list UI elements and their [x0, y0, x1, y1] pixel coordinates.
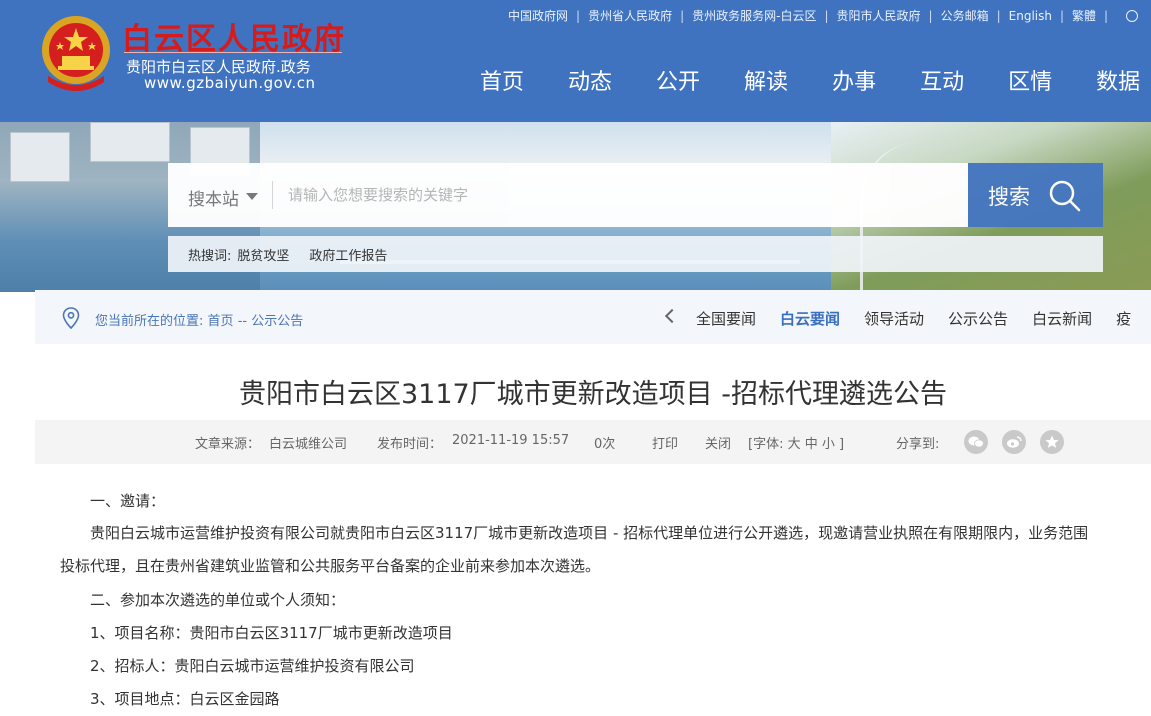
hot-search-label: 热搜词: [188, 248, 232, 264]
national-emblem-logo [42, 16, 110, 91]
location-pin-icon [62, 307, 80, 329]
nav-news[interactable]: 动态 [568, 64, 612, 96]
wechat-icon[interactable] [964, 430, 988, 454]
nav-interpret[interactable]: 解读 [744, 64, 788, 96]
top-link-mail[interactable]: 公务邮箱 [941, 7, 989, 24]
link-separator: | [1059, 8, 1065, 23]
breadcrumb-bar: 您当前所在的位置: 首页 -- 公示公告 全国要闻 白云要闻 领导活动 公示公告… [35, 290, 1151, 344]
favorite-star-icon[interactable] [1040, 430, 1064, 454]
search-divider [272, 181, 273, 209]
globe-icon[interactable] [1126, 9, 1139, 22]
top-link-guiyang-gov[interactable]: 贵阳市人民政府 [837, 7, 921, 24]
publish-time: 2021-11-19 15:57 [452, 433, 570, 448]
link-separator: | [576, 8, 581, 23]
breadcrumb-separator: -- [237, 314, 248, 329]
article-paragraph: 二、参加本次遴选的单位或个人须知： [90, 591, 346, 609]
subnav-item-leaders[interactable]: 领导活动 [864, 308, 924, 329]
nav-home[interactable]: 首页 [480, 64, 524, 96]
subnav-item-baiyun-xinwen[interactable]: 白云新闻 [1032, 308, 1092, 329]
print-link[interactable]: 打印 [652, 433, 678, 452]
subnav-item-national[interactable]: 全国要闻 [696, 308, 756, 329]
breadcrumb-current[interactable]: 公示公告 [251, 314, 303, 329]
publish-label: 发布时间： [377, 437, 443, 452]
view-count: 0次 [594, 437, 616, 452]
nav-services[interactable]: 办事 [832, 64, 876, 96]
link-separator: | [996, 8, 1001, 23]
font-size-selector[interactable]: [字体: 大 中 小 ] [748, 433, 844, 452]
close-link[interactable]: 关闭 [705, 433, 731, 452]
hot-search-bar: 热搜词: 脱贫攻坚 政府工作报告 [168, 236, 1103, 272]
search-icon [1049, 180, 1081, 212]
top-link-guizhou-service[interactable]: 贵州政务服务网-白云区 [692, 7, 816, 24]
weibo-glyph [1007, 436, 1022, 448]
sub-nav: 全国要闻 白云要闻 领导活动 公示公告 白云新闻 疫 [696, 308, 1151, 329]
search-box: 搜本站 搜索 [168, 163, 1103, 227]
link-separator: | [928, 8, 933, 23]
search-scope-select[interactable]: 搜本站 [188, 185, 239, 210]
main-nav: 首页 动态 公开 解读 办事 互动 区情 数据 [480, 64, 1151, 96]
site-header: 白云区人民政府 贵阳市白云区人民政府.政务 www.gzbaiyun.gov.c… [0, 0, 1151, 122]
search-input[interactable] [288, 177, 948, 213]
subnav-item-announcements[interactable]: 公示公告 [948, 308, 1008, 329]
article-paragraph: 2、招标人：贵阳白云城市运营维护投资有限公司 [90, 657, 415, 675]
title-divider [124, 52, 342, 53]
breadcrumb-home[interactable]: 首页 [208, 314, 234, 329]
breadcrumb-prefix: 您当前所在的位置: [95, 314, 204, 329]
site-url: www.gzbaiyun.gov.cn [144, 74, 316, 92]
link-separator: | [1104, 8, 1109, 23]
breadcrumb: 您当前所在的位置: 首页 -- 公示公告 [95, 310, 303, 329]
top-link-guizhou-gov[interactable]: 贵州省人民政府 [588, 7, 672, 24]
article-paragraph: 3、项目地点：白云区金园路 [90, 690, 280, 708]
nav-interact[interactable]: 互动 [920, 64, 964, 96]
article-paragraph: 一、邀请： [90, 492, 166, 510]
article-title: 贵阳市白云区3117厂城市更新改造项目 -招标代理遴选公告 [238, 379, 948, 410]
search-button-label: 搜索 [988, 185, 1030, 209]
link-separator: | [824, 8, 829, 23]
top-link-gov-cn[interactable]: 中国政府网 [508, 7, 568, 24]
hot-search-term[interactable]: 脱贫攻坚 [237, 245, 289, 264]
star-glyph [1045, 435, 1059, 448]
banner-building [90, 122, 170, 162]
nav-public[interactable]: 公开 [656, 64, 700, 96]
chevron-left-icon[interactable] [664, 308, 680, 324]
top-link-english[interactable]: English [1009, 9, 1052, 23]
nav-district-info[interactable]: 区情 [1008, 64, 1052, 96]
weibo-icon[interactable] [1002, 430, 1026, 454]
subnav-item-epidemic[interactable]: 疫 [1116, 308, 1131, 329]
article-meta-bar: 文章来源： 白云城维公司 发布时间： 2021-11-19 15:57 0次 打… [35, 420, 1151, 464]
wechat-glyph [968, 436, 984, 448]
subnav-item-baiyun-news[interactable]: 白云要闻 [780, 308, 840, 329]
search-button[interactable]: 搜索 [968, 163, 1103, 227]
hot-search-term[interactable]: 政府工作报告 [309, 245, 387, 264]
nav-data[interactable]: 数据 [1096, 64, 1140, 96]
article-paragraph: 投标代理，且在贵州省建筑业监管和公共服务平台备案的企业前来参加本次遴选。 [60, 557, 601, 575]
caret-down-icon[interactable] [246, 193, 258, 200]
link-separator: | [680, 8, 685, 23]
banner-building [10, 132, 70, 182]
article-source: 白云城维公司 [269, 437, 348, 452]
top-link-traditional[interactable]: 繁體 [1072, 7, 1096, 24]
article-paragraph: 贵阳白云城市运营维护投资有限公司就贵阳市白云区3117厂城市更新改造项目 - 招… [90, 524, 1089, 542]
article-paragraph: 1、项目名称：贵阳市白云区3117厂城市更新改造项目 [90, 624, 453, 642]
top-links: 中国政府网 | 贵州省人民政府 | 贵州政务服务网-白云区 | 贵阳市人民政府 … [508, 7, 1139, 24]
source-label: 文章来源： [195, 437, 261, 452]
share-label: 分享到: [896, 437, 940, 452]
